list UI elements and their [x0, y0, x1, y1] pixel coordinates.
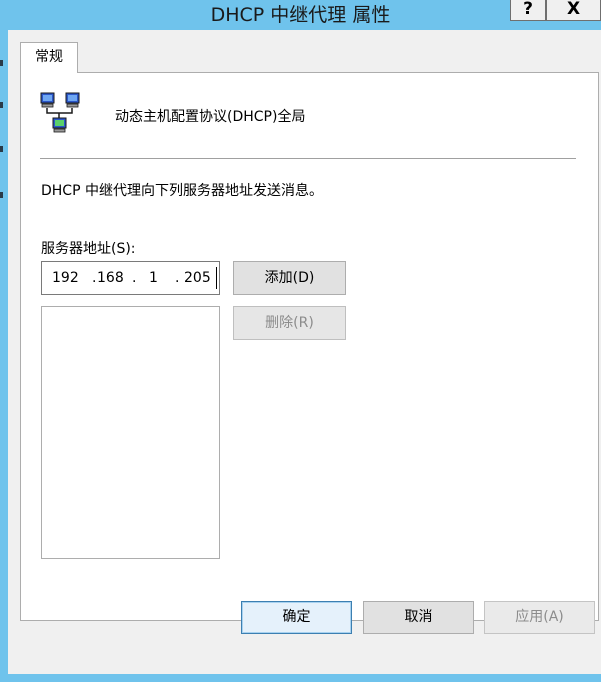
background-window-edge [0, 60, 4, 210]
tab-general[interactable]: 常规 [20, 42, 78, 73]
server-address-list[interactable] [41, 306, 220, 559]
text-caret [216, 267, 217, 289]
server-ip-input[interactable]: 192 . 168 . 1 . 205 [41, 261, 220, 295]
ip-octet-1[interactable]: 192 [52, 263, 79, 293]
window-bottom-border [0, 674, 601, 682]
ip-separator-1: . [92, 270, 97, 286]
cancel-button[interactable]: 取消 [363, 601, 474, 634]
ip-octet-3[interactable]: 1 [149, 263, 158, 293]
ok-button[interactable]: 确定 [241, 601, 352, 634]
remove-button[interactable]: 删除(R) [233, 306, 346, 340]
ip-octet-2[interactable]: 168 [97, 263, 124, 293]
protocol-title: 动态主机配置协议(DHCP)全局 [115, 109, 306, 125]
network-computers-icon [40, 91, 84, 135]
ip-octet-4[interactable]: 205 [184, 263, 211, 293]
close-button[interactable]: X [546, 0, 601, 21]
add-button[interactable]: 添加(D) [233, 261, 346, 295]
ip-separator-3: . [175, 270, 180, 286]
general-tab-panel: 动态主机配置协议(DHCP)全局 DHCP 中继代理向下列服务器地址发送消息。 … [20, 72, 599, 621]
help-button[interactable]: ? [510, 0, 546, 21]
description-text: DHCP 中继代理向下列服务器地址发送消息。 [41, 183, 323, 199]
dialog-window: DHCP 中继代理 属性 ? X 常规 动态主机配置协议(DHCP)全局 DHC… [0, 0, 601, 682]
server-address-label: 服务器地址(S): [41, 241, 136, 257]
apply-button[interactable]: 应用(A) [484, 601, 595, 634]
title-bar[interactable]: DHCP 中继代理 属性 ? X [0, 0, 601, 30]
divider [40, 158, 576, 160]
dialog-client-area: 常规 动态主机配置协议(DHCP)全局 DHCP 中继代理向下列服务器地址发送消… [8, 30, 601, 674]
ip-separator-2: . [132, 270, 137, 286]
